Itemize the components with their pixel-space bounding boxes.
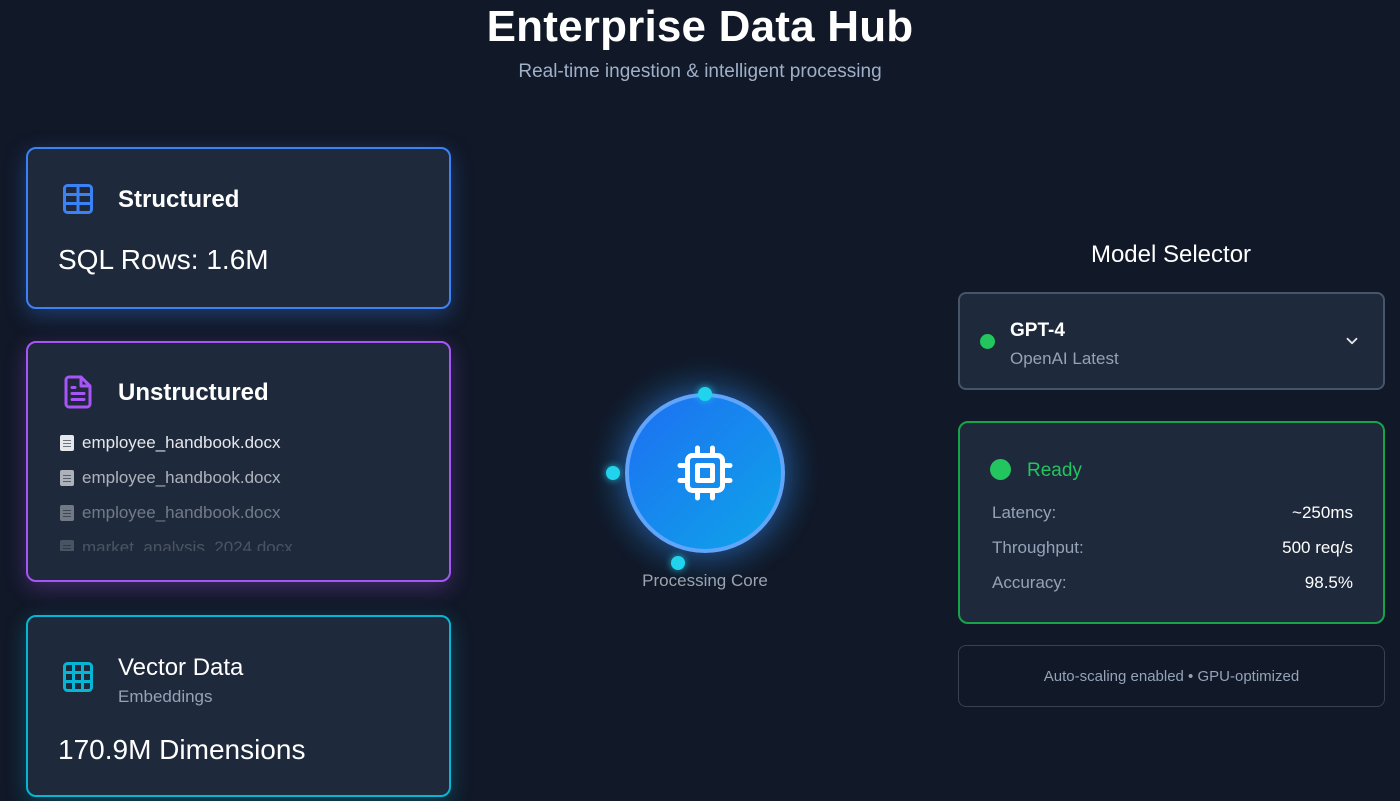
file-icon [60,540,74,551]
file-list: employee_handbook.docx employee_handbook… [60,433,440,551]
orbit-dot [671,556,685,570]
table-icon [63,184,93,214]
unstructured-title: Unstructured [118,379,269,406]
grid-icon [63,662,93,692]
orbit-dot [606,466,620,480]
cpu-chip-icon [677,445,733,501]
file-item[interactable]: employee_handbook.docx [60,503,440,538]
model-description: OpenAI Latest [1010,349,1119,368]
orbit-dot [698,387,712,401]
model-name: GPT-4 [1010,320,1065,341]
metric-throughput: Throughput: 500 req/s [992,538,1353,558]
chevron-down-icon[interactable] [1343,332,1361,350]
metric-accuracy: Accuracy: 98.5% [992,573,1353,593]
metric-value: ~250ms [1292,503,1353,522]
model-status-dot [980,334,995,349]
file-item[interactable]: market_analysis_2024.docx [60,538,440,551]
model-status-card: Ready Latency: ~250ms Throughput: 500 re… [958,421,1385,624]
metric-key: Latency: [992,503,1057,522]
file-name: employee_handbook.docx [82,468,281,487]
file-icon [60,505,74,521]
vector-subtitle: Embeddings [118,687,213,706]
page: Enterprise Data Hub Real-time ingestion … [0,0,1400,801]
page-subtitle: Real-time ingestion & intelligent proces… [518,61,882,82]
vector-value: 170.9M Dimensions [58,734,306,765]
file-icon [60,435,74,451]
structured-title: Structured [118,186,240,213]
ready-status-dot [990,459,1011,480]
metric-key: Throughput: [992,538,1084,557]
file-name: employee_handbook.docx [82,503,281,522]
model-selector-title: Model Selector [1090,241,1252,268]
model-select-dropdown[interactable]: GPT-4 OpenAI Latest [958,292,1385,390]
metric-value: 98.5% [1304,573,1353,592]
metric-key: Accuracy: [992,573,1067,592]
vector-source-card[interactable]: Vector Data Embeddings 170.9M Dimensions [26,615,451,797]
page-title: Enterprise Data Hub [486,2,914,51]
file-icon [60,470,74,486]
core-label: Processing Core [642,571,768,590]
metric-latency: Latency: ~250ms [992,503,1353,523]
file-name: market_analysis_2024.docx [82,538,293,551]
vector-title: Vector Data [118,654,244,681]
structured-value: SQL Rows: 1.6M [58,244,269,275]
file-item[interactable]: employee_handbook.docx [60,433,440,468]
metric-value: 500 req/s [1282,538,1353,557]
footer-note: Auto-scaling enabled • GPU-optimized [958,645,1385,707]
processing-core: Processing Core [584,352,824,600]
structured-source-card[interactable]: Structured SQL Rows: 1.6M [26,147,451,309]
unstructured-source-card[interactable]: Unstructured employee_handbook.docx empl… [26,341,451,582]
file-name: employee_handbook.docx [82,433,281,452]
file-item[interactable]: employee_handbook.docx [60,468,440,503]
status-label: Ready [1027,460,1082,481]
document-icon [64,375,92,409]
